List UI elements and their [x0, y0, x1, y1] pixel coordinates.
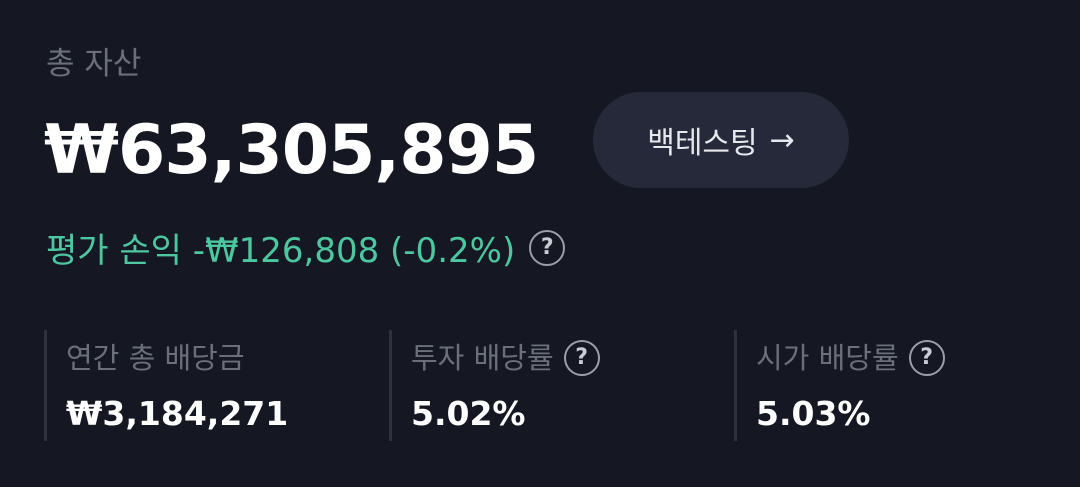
market-yield-value: 5.03%: [756, 394, 871, 433]
stat-label-row: 연간 총 배당금: [66, 336, 245, 380]
annual-dividend-value: ₩3,184,271: [66, 394, 289, 433]
stat-market-yield: 시가 배당률 ? 5.03%: [734, 330, 1080, 441]
annual-dividend-label: 연간 총 배당금: [66, 341, 245, 375]
stat-label-row: 시가 배당률 ?: [756, 336, 945, 380]
investment-yield-value: 5.02%: [411, 394, 526, 433]
unrealized-pnl-text: 평가 손익 -₩126,808 (-0.2%): [46, 231, 516, 271]
backtest-button-label: 백테스팅: [647, 126, 758, 161]
market-yield-help-icon[interactable]: ?: [908, 340, 945, 376]
investment-yield-help-icon[interactable]: ?: [563, 340, 600, 376]
total-assets-label: 총 자산: [46, 46, 142, 82]
market-yield-label: 시가 배당률: [756, 341, 899, 375]
stat-annual-dividend: 연간 총 배당금 ₩3,184,271: [44, 330, 389, 441]
pnl-help-icon[interactable]: ?: [529, 230, 566, 266]
stat-label-row: 투자 배당률 ?: [411, 336, 600, 380]
dividend-stats: 연간 총 배당금 ₩3,184,271 투자 배당률 ? 5.02% 시가 배당…: [44, 330, 1080, 441]
unrealized-pnl-row: 평가 손익 -₩126,808 (-0.2%) ?: [46, 226, 566, 276]
backtest-button[interactable]: 백테스팅 →: [593, 92, 849, 188]
total-assets-value: ₩63,305,895: [44, 111, 539, 190]
investment-yield-label: 투자 배당률: [411, 341, 554, 375]
stat-investment-yield: 투자 배당률 ? 5.02%: [389, 330, 734, 441]
arrow-right-icon: →: [769, 122, 795, 158]
